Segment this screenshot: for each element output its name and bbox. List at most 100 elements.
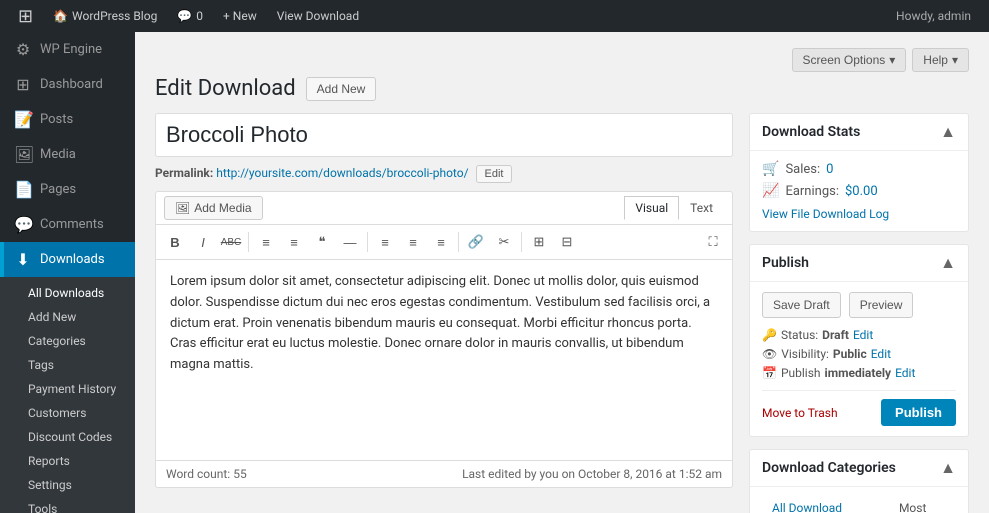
- publish-box: Publish ▲ Save Draft Preview 🔑 Status:: [749, 244, 969, 437]
- dash-button[interactable]: —: [337, 229, 363, 255]
- publish-content: Save Draft Preview 🔑 Status: Draft Edit …: [750, 282, 968, 436]
- save-draft-button[interactable]: Save Draft: [762, 292, 841, 318]
- formatting-toolbar: B I ABC ≡ ≡ ❝ — ≡ ≡ ≡: [156, 225, 732, 260]
- submenu-add-new[interactable]: Add New: [0, 305, 135, 329]
- submenu-customers[interactable]: Customers: [0, 401, 135, 425]
- permalink-url[interactable]: http://yoursite.com/downloads/broccoli-p…: [216, 166, 468, 180]
- align-center-button[interactable]: ≡: [400, 229, 426, 255]
- download-stats-header[interactable]: Download Stats ▲: [750, 114, 968, 151]
- new-content-item[interactable]: + New: [213, 0, 267, 32]
- howdy-label: Howdy, admin: [896, 9, 971, 23]
- permalink-edit-button[interactable]: Edit: [476, 165, 513, 183]
- screen-options-arrow-icon: ▾: [889, 53, 895, 67]
- remove-link-button[interactable]: ✂: [491, 229, 517, 255]
- align-left-button[interactable]: ≡: [372, 229, 398, 255]
- editor-body-text: Lorem ipsum dolor sit amet, consectetur …: [170, 274, 710, 372]
- submenu-discount-codes[interactable]: Discount Codes: [0, 425, 135, 449]
- editor-column: Permalink: http://yoursite.com/downloads…: [155, 113, 733, 488]
- sidebar-item-downloads[interactable]: ⬇ Downloads: [0, 242, 135, 277]
- sidebar-item-media[interactable]: 🖼 Media: [0, 137, 135, 172]
- add-media-label: Add Media: [194, 201, 251, 215]
- submenu-reports[interactable]: Reports: [0, 449, 135, 473]
- publish-box-header[interactable]: Publish ▲: [750, 245, 968, 282]
- category-tabs: All Download Categories Most Used: [762, 497, 956, 513]
- earnings-value[interactable]: $0.00: [845, 184, 878, 199]
- sidebar-item-dashboard[interactable]: ⊞ Dashboard: [0, 67, 135, 102]
- bold-button[interactable]: B: [162, 229, 188, 255]
- download-categories-header[interactable]: Download Categories ▲: [750, 450, 968, 487]
- wp-logo-item[interactable]: ⊞: [8, 0, 43, 32]
- help-button[interactable]: Help ▾: [912, 48, 969, 72]
- visibility-edit-link[interactable]: Edit: [871, 347, 891, 361]
- editor-box: 🖼 Add Media Visual Text B I: [155, 191, 733, 488]
- sidebar-item-comments[interactable]: 💬 Comments: [0, 207, 135, 242]
- unordered-list-button[interactable]: ≡: [253, 229, 279, 255]
- insert-button[interactable]: ⊞: [526, 229, 552, 255]
- site-name-label: WordPress Blog: [72, 9, 157, 23]
- submenu-all-downloads[interactable]: All Downloads: [0, 281, 135, 305]
- ordered-list-button[interactable]: ≡: [281, 229, 307, 255]
- word-count-label: Word count:: [166, 467, 230, 481]
- publish-button[interactable]: Publish: [881, 399, 956, 426]
- view-download-item[interactable]: View Download: [267, 0, 369, 32]
- comments-item[interactable]: 💬 0: [167, 0, 213, 32]
- table-button[interactable]: ⊟: [554, 229, 580, 255]
- sales-value[interactable]: 0: [826, 162, 833, 177]
- sidebar-item-posts[interactable]: 📝 Posts: [0, 102, 135, 137]
- earnings-icon: 📈: [762, 183, 779, 199]
- tab-visual[interactable]: Visual: [624, 196, 679, 220]
- posts-icon: 📝: [14, 110, 32, 129]
- download-categories-title: Download Categories: [762, 460, 896, 476]
- cat-tab-all[interactable]: All Download Categories: [762, 497, 889, 513]
- tab-text[interactable]: Text: [679, 196, 724, 220]
- site-name-item[interactable]: 🏠 WordPress Blog: [43, 0, 167, 32]
- publish-timing: immediately: [825, 366, 892, 380]
- blockquote-button[interactable]: ❝: [309, 229, 335, 255]
- wpengine-icon: ⚙: [14, 40, 32, 59]
- publish-toggle-icon: ▲: [940, 253, 956, 273]
- editor-content-area[interactable]: Lorem ipsum dolor sit amet, consectetur …: [156, 260, 732, 460]
- submenu-tools[interactable]: Tools: [0, 497, 135, 513]
- align-right-button[interactable]: ≡: [428, 229, 454, 255]
- add-new-button[interactable]: Add New: [306, 77, 377, 101]
- move-to-trash-link[interactable]: Move to Trash: [762, 406, 838, 420]
- last-edited-text: Last edited by you on October 8, 2016 at…: [462, 467, 722, 481]
- add-media-button[interactable]: 🖼 Add Media: [164, 196, 263, 220]
- status-row: 🔑 Status: Draft Edit: [762, 328, 956, 342]
- sidebar-item-pages[interactable]: 📄 Pages: [0, 172, 135, 207]
- admin-sidebar: ⚙ WP Engine ⊞ Dashboard 📝 Posts 🖼 Media …: [0, 32, 135, 513]
- dashboard-icon: ⊞: [14, 75, 32, 94]
- sidebar-item-wpengine[interactable]: ⚙ WP Engine: [0, 32, 135, 67]
- media-label: Media: [40, 147, 76, 162]
- submenu-payment-history[interactable]: Payment History: [0, 377, 135, 401]
- downloads-label: Downloads: [40, 252, 105, 267]
- admin-bar: ⊞ 🏠 WordPress Blog 💬 0 + New View Downlo…: [0, 0, 989, 32]
- cat-tab-most-used[interactable]: Most Used: [889, 497, 956, 513]
- comments-sidebar-icon: 💬: [14, 215, 32, 234]
- editor-footer: Word count: 55 Last edited by you on Oct…: [156, 460, 732, 487]
- add-media-icon: 🖼: [175, 201, 190, 215]
- word-count-area: Word count: 55: [166, 467, 247, 481]
- view-file-download-log-link[interactable]: View File Download Log: [762, 207, 956, 221]
- new-label: + New: [223, 9, 257, 23]
- submenu-tags[interactable]: Tags: [0, 353, 135, 377]
- publish-time-edit-link[interactable]: Edit: [895, 366, 915, 380]
- screen-options-button[interactable]: Screen Options ▾: [792, 48, 907, 72]
- publish-time-row: 📅 Publish immediately Edit: [762, 366, 956, 380]
- insert-link-button[interactable]: 🔗: [463, 229, 489, 255]
- wpengine-label: WP Engine: [40, 42, 102, 57]
- howdy-item[interactable]: Howdy, admin: [886, 0, 981, 32]
- post-title-input[interactable]: [155, 113, 733, 157]
- italic-button[interactable]: I: [190, 229, 216, 255]
- download-stats-content: 🛒 Sales: 0 📈 Earnings: $0.00 View File D…: [750, 151, 968, 231]
- publish-actions-row: Save Draft Preview: [762, 292, 956, 318]
- comments-count: 0: [196, 9, 203, 23]
- status-edit-link[interactable]: Edit: [853, 328, 873, 342]
- submenu-categories[interactable]: Categories: [0, 329, 135, 353]
- preview-button[interactable]: Preview: [849, 292, 914, 318]
- strikethrough-button[interactable]: ABC: [218, 229, 244, 255]
- main-content: Screen Options ▾ Help ▾ Edit Download Ad…: [135, 32, 989, 513]
- fullscreen-button[interactable]: ⛶: [700, 229, 726, 255]
- columns-layout: Permalink: http://yoursite.com/downloads…: [155, 113, 969, 513]
- submenu-settings[interactable]: Settings: [0, 473, 135, 497]
